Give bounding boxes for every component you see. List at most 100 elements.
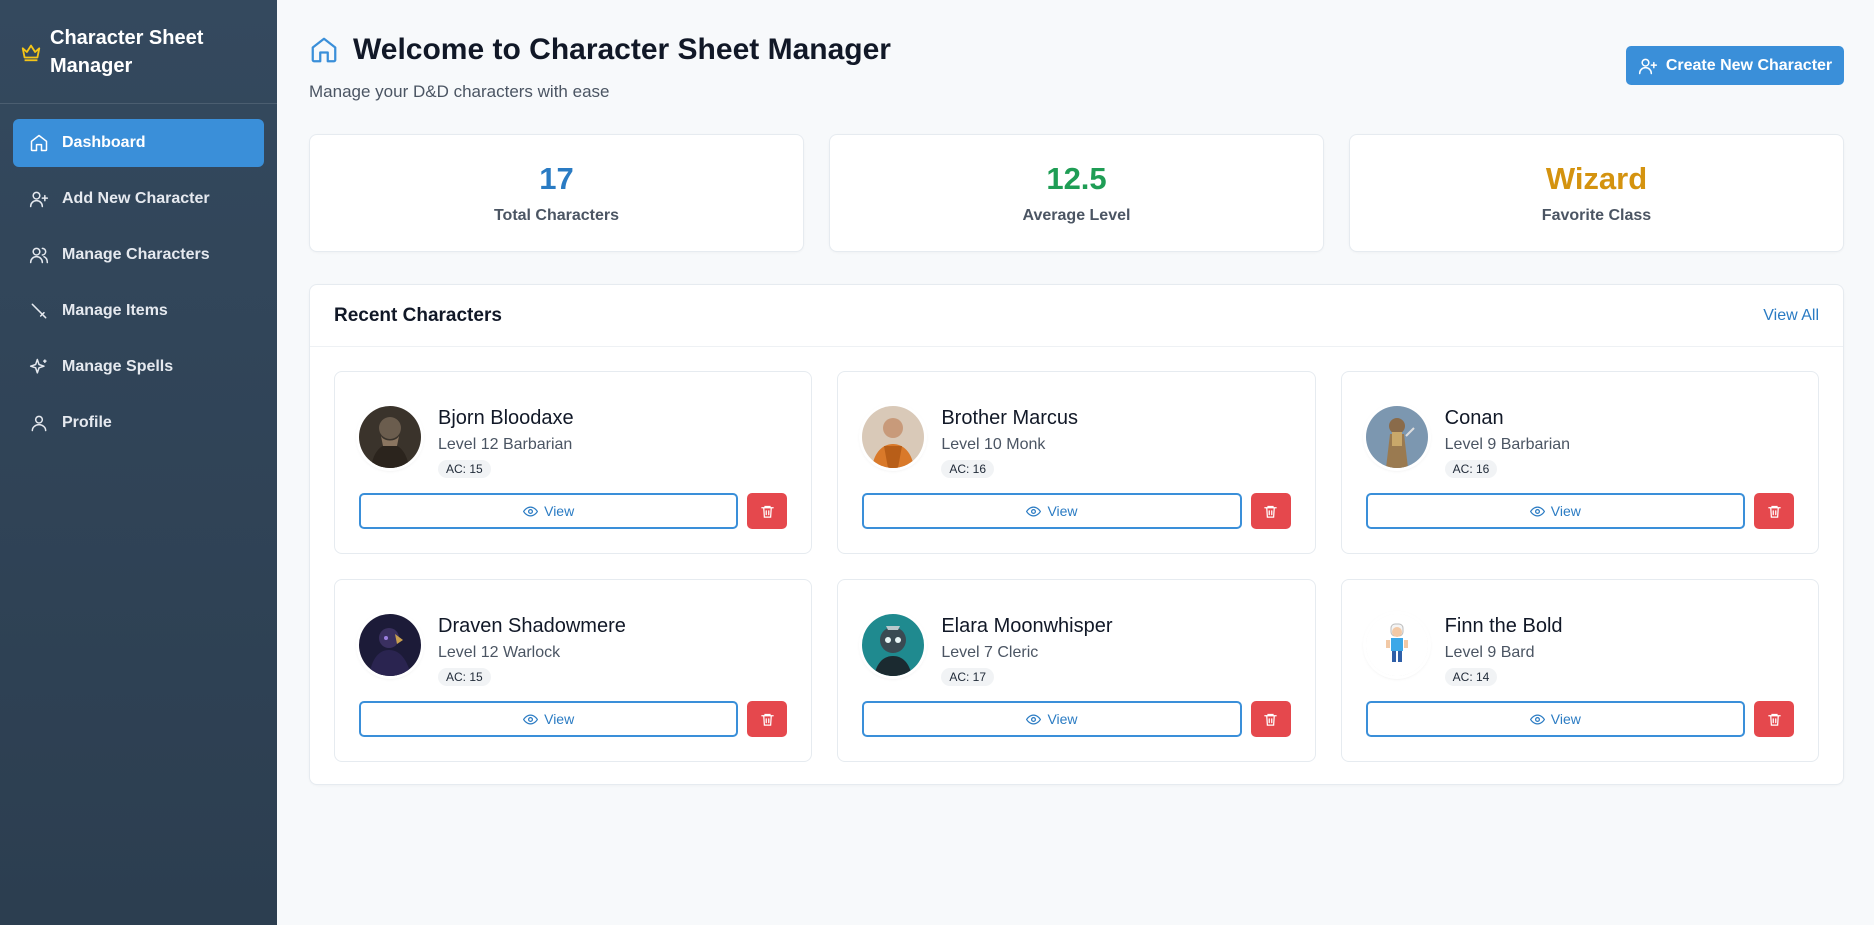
stat-label: Total Characters	[493, 207, 620, 224]
character-avatar	[862, 614, 925, 676]
sidebar-nav: Dashboard Add New Character Manage Chara…	[0, 104, 277, 470]
sparkles-icon	[29, 358, 47, 374]
eye-icon	[1529, 505, 1545, 517]
page-title: Welcome to Character Sheet Manager	[309, 32, 1844, 68]
sidebar-item-manage-characters[interactable]: Manage Characters	[13, 231, 264, 279]
trash-icon	[761, 505, 774, 518]
delete-character-button[interactable]	[1250, 493, 1291, 529]
character-name: Draven Shadowmere	[438, 615, 626, 637]
brand: Character Sheet Manager	[0, 0, 277, 104]
stat-favorite-class: Wizard Favorite Class	[1349, 134, 1844, 252]
sidebar-item-profile[interactable]: Profile	[13, 399, 264, 447]
view-label: View	[544, 503, 575, 519]
character-name: Bjorn Bloodaxe	[438, 407, 574, 429]
trash-icon	[1264, 505, 1277, 518]
user-icon	[31, 415, 47, 432]
character-class: Level 12 Warlock	[438, 644, 561, 661]
create-new-character-button[interactable]: Create New Character	[1626, 46, 1844, 85]
stats-row: 17 Total Characters 12.5 Average Level W…	[309, 134, 1844, 252]
crown-icon	[21, 44, 41, 61]
recent-characters-panel: Recent Characters View All Bjorn Bloodax…	[309, 284, 1844, 785]
sidebar-item-label: Manage Items	[62, 302, 168, 319]
view-label: View	[1550, 711, 1581, 727]
sidebar-item-manage-items[interactable]: Manage Items	[13, 287, 264, 335]
view-character-button[interactable]: View	[862, 701, 1242, 737]
stat-value: Wizard	[1545, 161, 1648, 196]
delete-character-button[interactable]	[1754, 701, 1794, 737]
delete-character-button[interactable]	[1754, 493, 1794, 529]
character-class: Level 9 Bard	[1444, 644, 1535, 661]
users-icon	[29, 247, 49, 264]
view-all-link[interactable]: View All	[1763, 307, 1819, 325]
character-card: Bjorn Bloodaxe Level 12 Barbarian AC: 15…	[334, 371, 813, 554]
sidebar-item-dashboard[interactable]: Dashboard	[13, 119, 264, 167]
user-plus-icon	[29, 191, 49, 208]
page-header: Welcome to Character Sheet Manager Manag…	[309, 32, 1844, 102]
view-character-button[interactable]: View	[862, 493, 1242, 529]
sword-icon	[31, 303, 47, 319]
trash-icon	[1264, 713, 1277, 726]
character-card: Draven Shadowmere Level 12 Warlock AC: 1…	[334, 579, 813, 762]
sidebar-item-manage-spells[interactable]: Manage Spells	[13, 343, 264, 391]
character-card: Elara Moonwhisper Level 7 Cleric AC: 17 …	[837, 579, 1316, 762]
character-avatar	[1365, 406, 1428, 468]
eye-icon	[1529, 713, 1545, 725]
view-character-button[interactable]: View	[1365, 493, 1745, 529]
delete-character-button[interactable]	[1250, 701, 1291, 737]
eye-icon	[1026, 713, 1042, 725]
character-class: Level 9 Barbarian	[1444, 436, 1571, 453]
sidebar-item-label: Dashboard	[62, 134, 146, 151]
character-class: Level 7 Cleric	[941, 644, 1039, 661]
view-label: View	[1550, 503, 1581, 519]
character-grid: Bjorn Bloodaxe Level 12 Barbarian AC: 15…	[334, 371, 1819, 762]
ac-badge: AC: 17	[941, 668, 995, 686]
view-character-button[interactable]: View	[359, 493, 739, 529]
view-label: View	[544, 711, 575, 727]
character-name: Conan	[1444, 407, 1504, 429]
view-character-button[interactable]: View	[359, 701, 739, 737]
eye-icon	[1026, 505, 1042, 517]
trash-icon	[1767, 505, 1781, 518]
delete-character-button[interactable]	[747, 493, 788, 529]
delete-character-button[interactable]	[747, 701, 788, 737]
create-button-label: Create New Character	[1665, 56, 1833, 74]
ac-badge: AC: 16	[1444, 460, 1498, 478]
page-subtitle: Manage your D&D characters with ease	[309, 82, 610, 101]
view-label: View	[1047, 503, 1078, 519]
ac-badge: AC: 16	[941, 460, 995, 478]
character-class: Level 10 Monk	[941, 436, 1046, 453]
character-avatar	[359, 614, 421, 676]
sidebar-item-add-new-character[interactable]: Add New Character	[13, 175, 264, 223]
page-title-text: Welcome to Character Sheet Manager	[353, 33, 891, 66]
character-card: Finn the Bold Level 9 Bard AC: 14 View	[1340, 579, 1819, 762]
stat-value: 12.5	[1046, 161, 1107, 196]
character-name: Brother Marcus	[941, 407, 1079, 429]
character-class: Level 12 Barbarian	[438, 436, 573, 453]
home-icon	[311, 37, 337, 63]
eye-icon	[523, 713, 539, 725]
character-card: Conan Level 9 Barbarian AC: 16 View	[1340, 371, 1819, 554]
ac-badge: AC: 15	[438, 668, 491, 686]
character-avatar	[359, 406, 421, 468]
sidebar: Character Sheet Manager Dashboard Add Ne…	[0, 0, 277, 925]
ac-badge: AC: 15	[438, 460, 491, 478]
stat-value: 17	[539, 161, 574, 196]
recent-title: Recent Characters	[334, 304, 502, 326]
view-character-button[interactable]: View	[1365, 701, 1745, 737]
stat-label: Average Level	[1022, 207, 1131, 224]
sidebar-item-label: Manage Spells	[62, 358, 174, 375]
recent-header: Recent Characters View All	[310, 285, 1843, 347]
home-icon	[30, 134, 48, 152]
character-avatar	[1365, 614, 1428, 676]
app-title: Character Sheet Manager	[50, 26, 204, 77]
trash-icon	[761, 713, 774, 726]
sidebar-item-label: Add New Character	[62, 190, 210, 207]
main-content: Welcome to Character Sheet Manager Manag…	[277, 0, 1874, 925]
sidebar-item-label: Manage Characters	[62, 246, 210, 263]
character-name: Elara Moonwhisper	[941, 615, 1113, 637]
character-card: Brother Marcus Level 10 Monk AC: 16 View	[837, 371, 1316, 554]
stat-average-level: 12.5 Average Level	[829, 134, 1324, 252]
character-name: Finn the Bold	[1444, 615, 1563, 637]
stat-total-characters: 17 Total Characters	[309, 134, 804, 252]
sidebar-item-label: Profile	[62, 414, 112, 431]
